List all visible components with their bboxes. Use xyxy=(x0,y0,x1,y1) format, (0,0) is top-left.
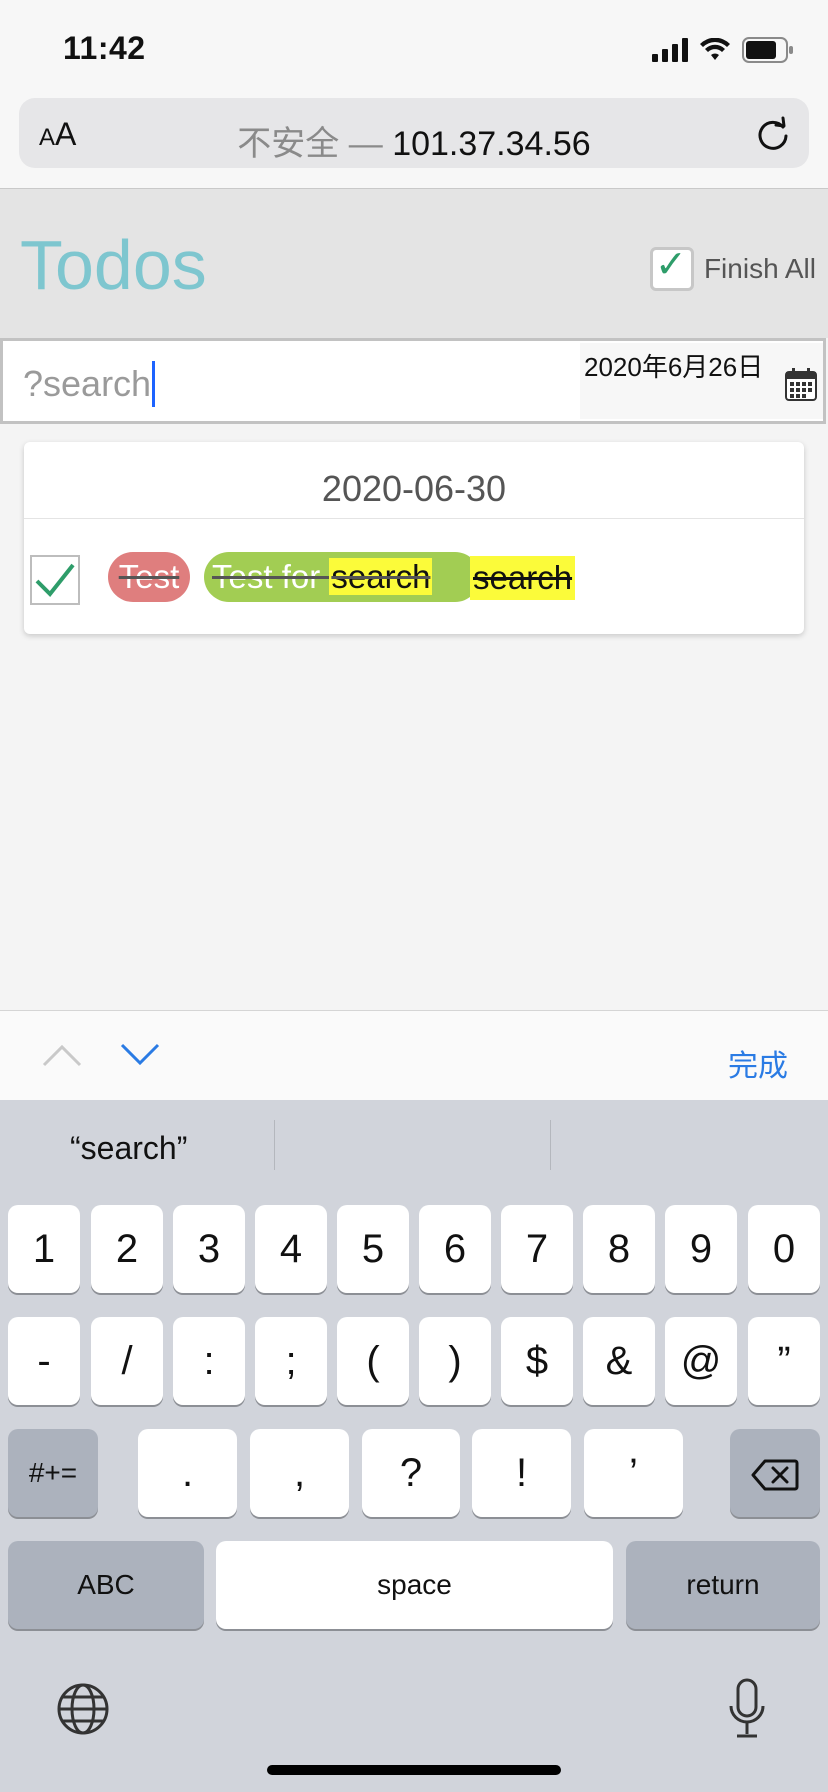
key-question[interactable]: ? xyxy=(362,1429,460,1517)
calendar-icon[interactable] xyxy=(785,367,817,401)
key-3[interactable]: 3 xyxy=(173,1205,245,1293)
date-picker[interactable]: 2020年6月26日 xyxy=(580,343,823,419)
key-period[interactable]: . xyxy=(138,1429,237,1517)
key-close-paren[interactable]: ) xyxy=(419,1317,491,1405)
reload-icon[interactable] xyxy=(753,114,793,154)
key-abc[interactable]: ABC xyxy=(8,1541,204,1629)
todo-group-date: 2020-06-30 xyxy=(321,468,507,509)
todo-tag[interactable]: Test xyxy=(108,552,190,602)
key-delete[interactable] xyxy=(730,1429,820,1517)
search-input[interactable]: ?search xyxy=(23,361,156,407)
suggestion-item[interactable]: “search” xyxy=(70,1130,187,1167)
todo-tag-text: Test for xyxy=(212,558,330,595)
cellular-signal-icon xyxy=(652,38,688,62)
key-at[interactable]: @ xyxy=(665,1317,737,1405)
key-space[interactable]: space xyxy=(216,1541,613,1629)
divider xyxy=(274,1120,275,1170)
done-button[interactable]: 完成 xyxy=(728,1041,788,1085)
key-semicolon[interactable]: ; xyxy=(255,1317,327,1405)
address-bar[interactable]: AA 不安全 — 101.37.34.56 xyxy=(19,98,809,168)
todo-group-card: 2020-06-30 Test Test for search search xyxy=(24,442,804,634)
next-field-chevron-down-icon[interactable] xyxy=(120,1043,160,1067)
key-return[interactable]: return xyxy=(626,1541,820,1629)
battery-icon xyxy=(742,37,793,63)
key-hyphen[interactable]: - xyxy=(8,1317,80,1405)
key-ampersand[interactable]: & xyxy=(583,1317,655,1405)
home-indicator xyxy=(267,1765,561,1775)
key-quote[interactable]: ” xyxy=(748,1317,820,1405)
key-6[interactable]: 6 xyxy=(419,1205,491,1293)
key-comma[interactable]: , xyxy=(250,1429,349,1517)
date-picker-value: 2020年6月26日 xyxy=(584,352,764,382)
checkmark-icon: ✓ xyxy=(654,244,687,286)
key-symbols[interactable]: #+= xyxy=(8,1429,98,1517)
wifi-icon xyxy=(700,38,730,60)
status-bar: 11:42 xyxy=(0,0,828,94)
key-2[interactable]: 2 xyxy=(91,1205,163,1293)
key-colon[interactable]: : xyxy=(173,1317,245,1405)
divider xyxy=(550,1120,551,1170)
key-8[interactable]: 8 xyxy=(583,1205,655,1293)
key-dollar[interactable]: $ xyxy=(501,1317,573,1405)
previous-field-chevron-up-icon[interactable] xyxy=(42,1043,82,1067)
key-1[interactable]: 1 xyxy=(8,1205,80,1293)
page-title: Todos xyxy=(20,226,207,304)
status-time: 11:42 xyxy=(63,30,146,66)
todo-text-highlight[interactable]: search xyxy=(470,556,576,600)
todo-tag[interactable]: Test for search xyxy=(204,552,480,602)
url-text[interactable]: 不安全 — 101.37.34.56 xyxy=(19,116,809,165)
text-caret xyxy=(152,361,156,407)
search-bar: ?search 2020年6月26日 xyxy=(0,338,826,424)
key-apostrophe[interactable]: ’ xyxy=(584,1429,683,1517)
insecure-label: 不安全 — xyxy=(237,125,393,163)
globe-icon[interactable] xyxy=(56,1682,110,1736)
suggestion-bar: “search” xyxy=(0,1100,828,1200)
key-7[interactable]: 7 xyxy=(501,1205,573,1293)
search-match-highlight: search xyxy=(329,558,433,595)
key-4[interactable]: 4 xyxy=(255,1205,327,1293)
key-exclamation[interactable]: ! xyxy=(472,1429,571,1517)
finish-all-checkbox[interactable]: ✓ xyxy=(649,244,694,291)
backspace-icon xyxy=(751,1459,799,1491)
keyboard-accessory-bar: 完成 xyxy=(0,1010,828,1101)
key-0[interactable]: 0 xyxy=(748,1205,820,1293)
key-open-paren[interactable]: ( xyxy=(337,1317,409,1405)
status-icons xyxy=(652,36,794,64)
browser-chrome: AA 不安全 — 101.37.34.56 xyxy=(0,94,828,189)
url-host: 101.37.34.56 xyxy=(392,125,591,163)
search-input-value: ?search xyxy=(23,363,152,404)
finish-all-toggle[interactable]: ✓ Finish All xyxy=(649,244,816,291)
key-slash[interactable]: / xyxy=(91,1317,163,1405)
todo-checkbox[interactable] xyxy=(30,555,80,605)
key-9[interactable]: 9 xyxy=(665,1205,737,1293)
key-5[interactable]: 5 xyxy=(337,1205,409,1293)
checkmark-icon xyxy=(35,563,75,598)
finish-all-label: Finish All xyxy=(703,253,816,284)
microphone-icon[interactable] xyxy=(727,1678,767,1740)
divider xyxy=(24,518,804,519)
keyboard: “search” 1 2 3 4 5 6 7 8 9 0 - / : ; ( )… xyxy=(0,1100,828,1792)
app-header: Todos ✓ Finish All xyxy=(0,189,828,338)
